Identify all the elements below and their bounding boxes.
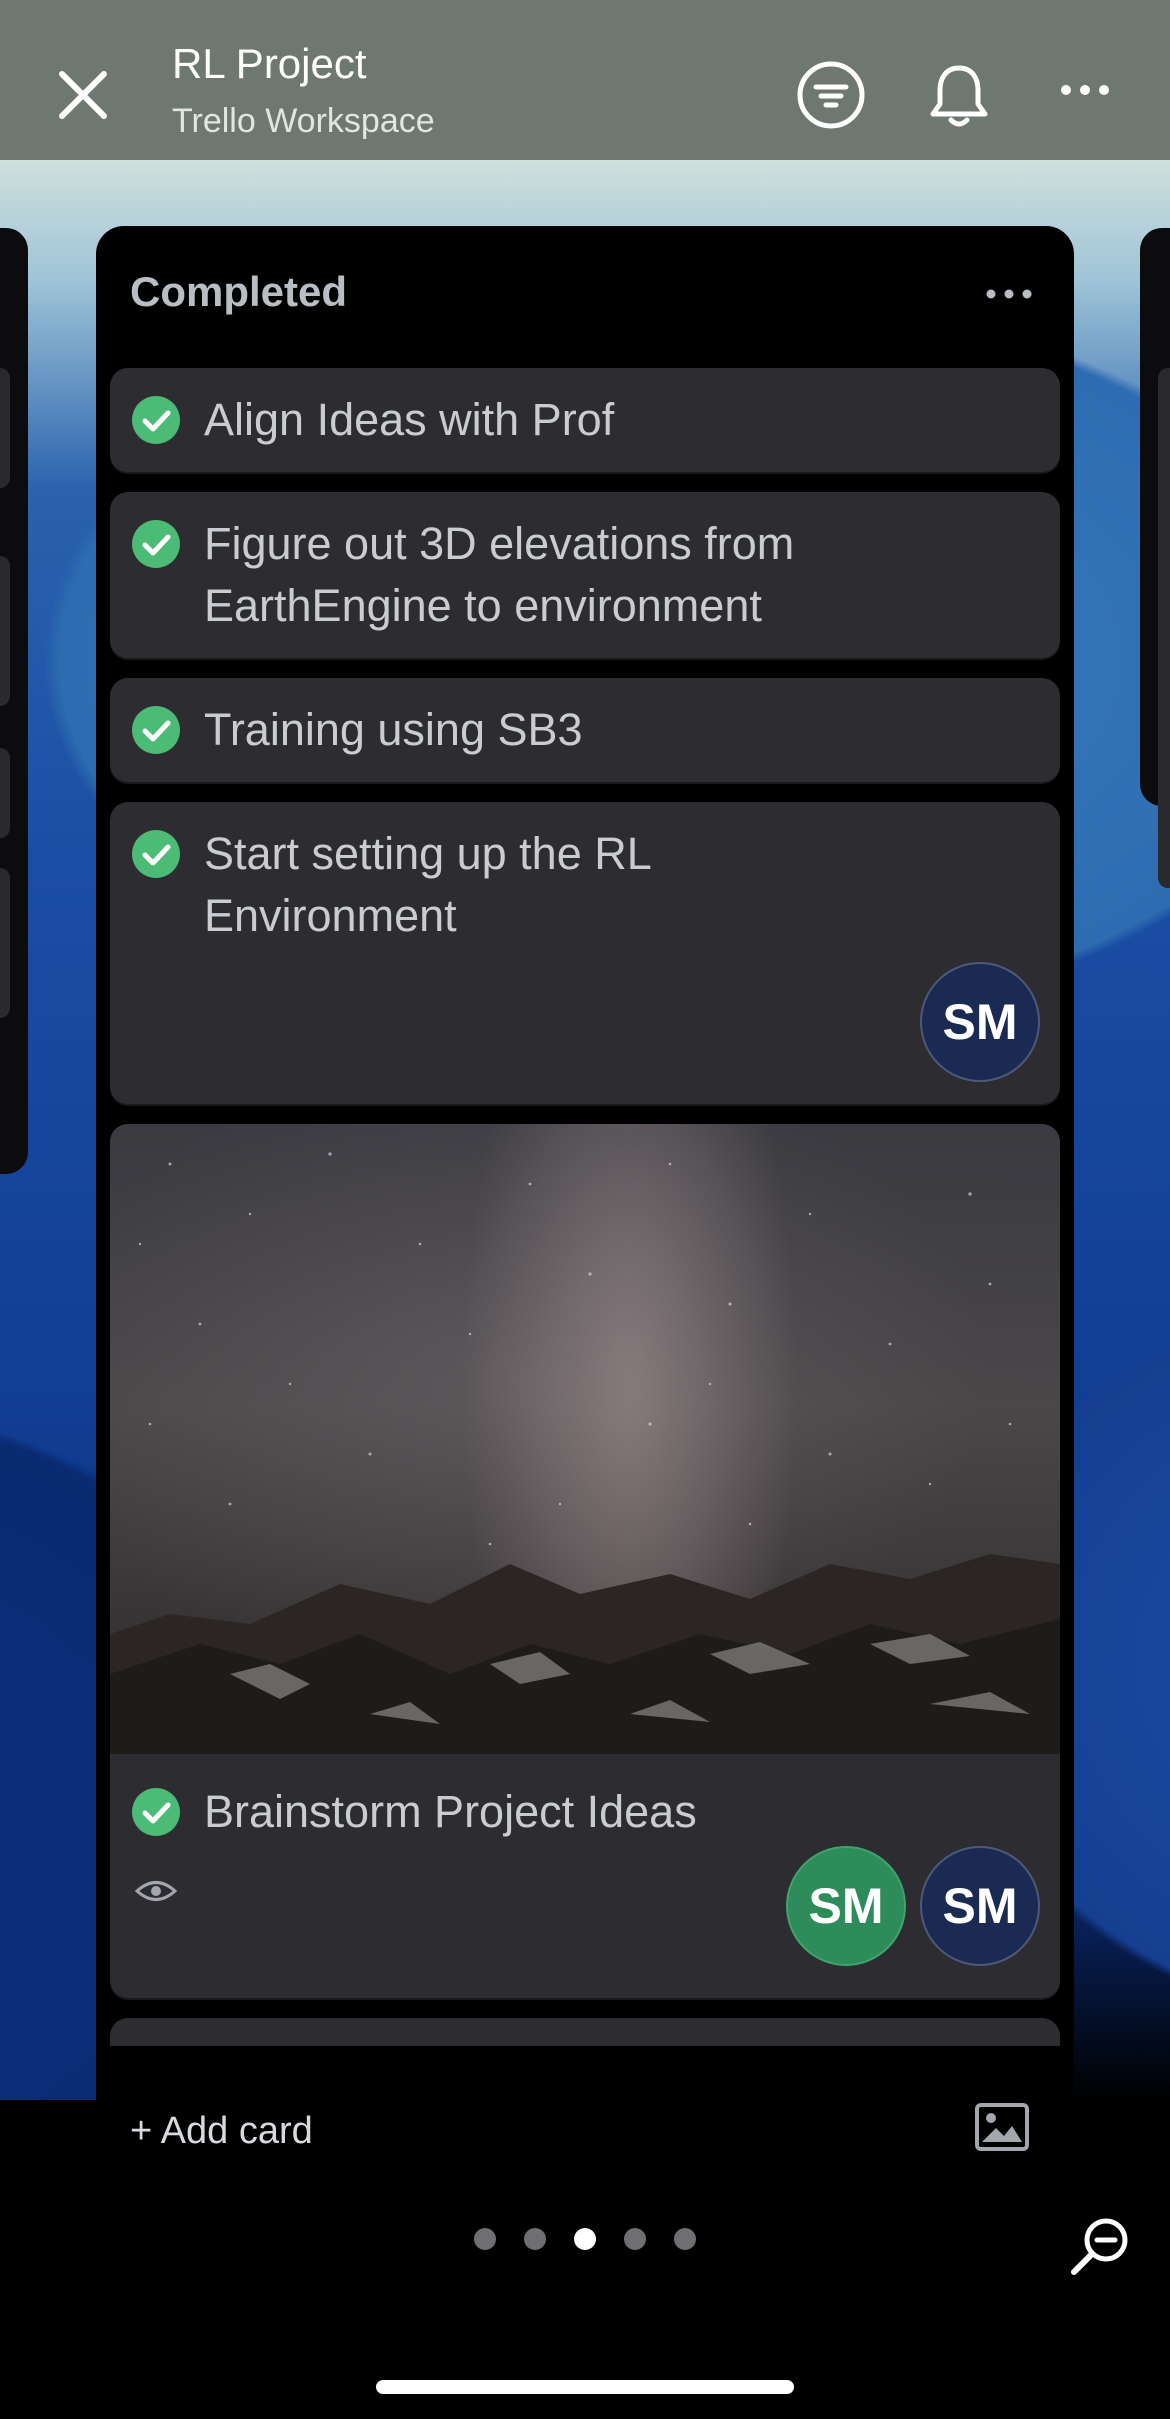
page-dot[interactable] <box>624 2228 646 2250</box>
card-training-sb3[interactable]: Training using SB3 <box>110 678 1060 782</box>
page-dot[interactable] <box>474 2228 496 2250</box>
card-title: Training using SB3 <box>204 704 583 755</box>
top-bar: RL Project Trello Workspace <box>0 0 1170 160</box>
card-title-line-1: Start setting up the RL <box>204 828 652 879</box>
filter-icon <box>797 61 865 129</box>
board-title: RL Project <box>172 40 367 87</box>
member-avatar[interactable]: SM <box>786 1846 906 1966</box>
add-card-button[interactable]: + Add card <box>130 2110 313 2153</box>
check-icon <box>132 396 180 444</box>
member-avatar[interactable]: SM <box>920 1846 1040 1966</box>
close-button[interactable] <box>50 62 116 128</box>
card-title: Brainstorm Project Ideas <box>204 1786 697 1837</box>
zoom-out-icon <box>1071 2218 1128 2275</box>
filter-button[interactable] <box>796 60 866 135</box>
check-icon <box>132 520 180 568</box>
list-pagination <box>0 2228 1170 2258</box>
workspace-name: Trello Workspace <box>172 102 435 140</box>
close-icon <box>59 71 107 119</box>
bell-icon <box>930 65 988 127</box>
list-footer: + Add card <box>96 2046 1074 2206</box>
member-avatar[interactable]: SM <box>920 962 1040 1082</box>
more-icon <box>986 289 1032 299</box>
check-icon <box>132 830 180 878</box>
image-icon <box>975 2103 1029 2151</box>
card-3d-elevations[interactable]: Figure out 3D elevations from EarthEngin… <box>110 492 1060 658</box>
eye-icon <box>134 1881 178 1901</box>
more-icon <box>1061 85 1109 95</box>
previous-list-edge[interactable] <box>0 228 28 1174</box>
card-rl-environment[interactable]: Start setting up the RL Environment SM <box>110 802 1060 1104</box>
card-brainstorm[interactable]: Brainstorm Project Ideas SM SM <box>110 1124 1060 1998</box>
page-dot-active[interactable] <box>574 2228 596 2250</box>
card-cover-image <box>110 1124 1060 1754</box>
check-icon <box>132 706 180 754</box>
check-icon <box>132 1788 180 1836</box>
list-title: Completed <box>130 268 348 315</box>
home-indicator[interactable] <box>376 2380 794 2394</box>
card-title-line-1: Figure out 3D elevations from <box>204 518 795 569</box>
notifications-button[interactable] <box>926 60 992 135</box>
list-completed: Completed Align Ideas with Prof Figure o… <box>96 226 1074 2206</box>
card-list: Align Ideas with Prof Figure out 3D elev… <box>110 368 1060 2206</box>
add-image-card-button[interactable] <box>974 2102 1030 2157</box>
card-align-ideas[interactable]: Align Ideas with Prof <box>110 368 1060 472</box>
zoom-out-button[interactable] <box>1068 2214 1132 2283</box>
card-title-line-2: EarthEngine to environment <box>204 580 762 631</box>
list-menu-button[interactable] <box>984 286 1034 307</box>
card-title: Align Ideas with Prof <box>204 394 615 445</box>
more-button[interactable] <box>1058 80 1112 105</box>
page-dot[interactable] <box>674 2228 696 2250</box>
next-list-edge[interactable] <box>1140 228 1170 888</box>
card-title-line-2: Environment <box>204 890 457 941</box>
page-dot[interactable] <box>524 2228 546 2250</box>
